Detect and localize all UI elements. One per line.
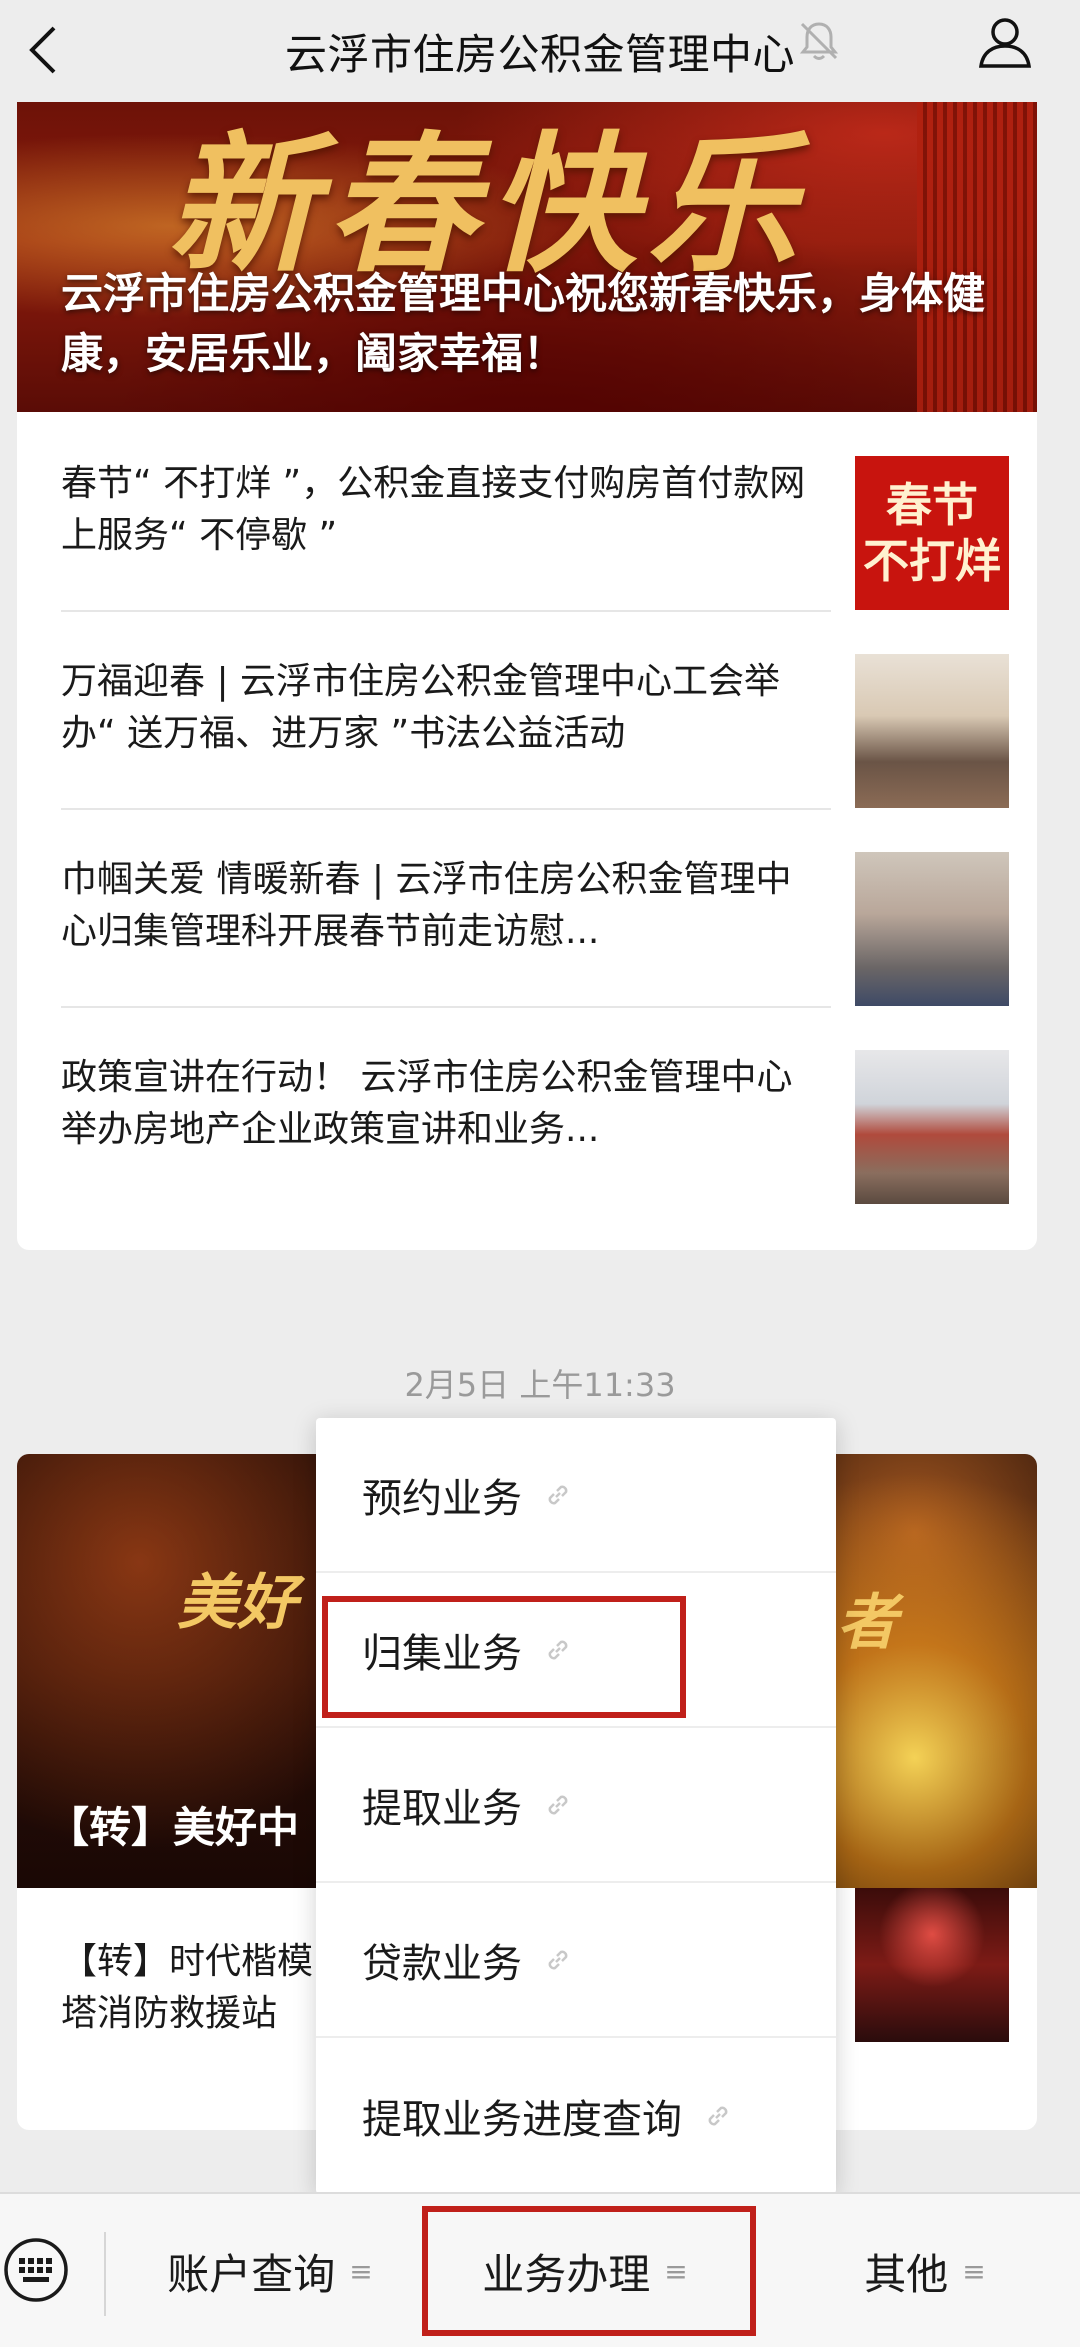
menu-tab-account-query[interactable]: 账户查询 ≡ [120,2194,420,2347]
news-title[interactable]: 万福迎春 | 云浮市住房公积金管理中心工会举办“ 送万福、进万家 ”书法公益活动 [61,656,821,760]
menu-item-collection[interactable]: 归集业务 [316,1573,836,1728]
menu-item-withdrawal-progress[interactable]: 提取业务进度查询 [316,2038,836,2193]
message-timestamp: 2月5日 上午11:33 [404,1366,676,1404]
news-title[interactable]: 巾帼关爱 情暖新春 | 云浮市住房公积金管理中心归集管理科开展春节前走访慰... [61,854,821,958]
hero-art-text: 者 [837,1588,897,1658]
link-icon [548,1485,568,1504]
article-hero-image[interactable]: 新春快乐 云浮市住房公积金管理中心祝您新春快乐，身体健康，安居乐业，阖家幸福！ [17,102,1037,412]
article-card[interactable]: 新春快乐 云浮市住房公积金管理中心祝您新春快乐，身体健康，安居乐业，阖家幸福！ … [17,102,1037,1250]
news-title[interactable]: 春节“ 不打烊 ”，公积金直接支付购房首付款网上服务“ 不停歇 ” [61,458,821,562]
menu-list-icon: ≡ [349,2255,373,2288]
keyboard-icon[interactable] [0,2234,72,2306]
menu-list-icon: ≡ [962,2255,986,2288]
news-thumbnail[interactable]: 春节 不打烊 [855,456,1009,610]
chevron-left-icon[interactable] [18,22,74,78]
menu-tab-label: 账户查询 [167,2250,336,2299]
news-thumbnail[interactable] [855,1888,1009,2042]
hero-caption[interactable]: 云浮市住房公积金管理中心祝您新春快乐，身体健康，安居乐业，阖家幸福！ [61,264,1011,384]
news-thumbnail[interactable] [855,654,1009,808]
thumb-text: 不打烊 [863,534,1001,588]
hero-art-text: 美好 [177,1568,297,1638]
thumb-text: 春节 [886,478,978,532]
list-item[interactable]: 政策宣讲在行动！ 云浮市住房公积金管理中心举办房地产企业政策宣讲和业务... [61,1006,1011,1204]
menu-tab-other[interactable]: 其他 ≡ [770,2194,1080,2347]
menu-item-loan[interactable]: 贷款业务 [316,1883,836,2038]
link-icon [708,2106,728,2125]
link-icon [548,1640,568,1659]
menu-item-withdrawal[interactable]: 提取业务 [316,1728,836,1883]
menu-list-icon: ≡ [664,2255,688,2288]
news-thumbnail[interactable] [855,1050,1009,1204]
news-thumbnail[interactable] [855,852,1009,1006]
menu-item-label: 提取业务 [362,1785,522,1832]
hero-caption[interactable]: 【转】美好中 [47,1794,299,1855]
person-icon[interactable] [975,12,1035,72]
submenu-popup: 预约业务 归集业务 提取业务 贷款业务 提取业务进度查询 [316,1418,836,2194]
link-icon [548,1950,568,1969]
list-item[interactable]: 巾帼关爱 情暖新春 | 云浮市住房公积金管理中心归集管理科开展春节前走访慰... [61,808,1011,1008]
menu-item-appointment[interactable]: 预约业务 [316,1418,836,1573]
menu-item-label: 提取业务进度查询 [362,2096,682,2143]
menu-tab-label: 业务办理 [482,2250,651,2299]
divider [104,2232,106,2316]
list-item[interactable]: 万福迎春 | 云浮市住房公积金管理中心工会举办“ 送万福、进万家 ”书法公益活动 [61,610,1011,810]
menu-bar: 账户查询 ≡ 业务办理 ≡ 其他 ≡ [0,2192,1080,2347]
bell-muted-icon [799,22,839,60]
news-title[interactable]: 政策宣讲在行动！ 云浮市住房公积金管理中心举办房地产企业政策宣讲和业务... [61,1052,821,1156]
chat-header: 云浮市住房公积金管理中心 [0,0,1080,102]
list-item[interactable]: 春节“ 不打烊 ”，公积金直接支付购房首付款网上服务“ 不停歇 ” 春节 不打烊 [61,412,1011,612]
menu-item-label: 预约业务 [362,1475,522,1522]
menu-tab-business[interactable]: 业务办理 ≡ [420,2194,750,2347]
link-icon [548,1795,568,1814]
menu-item-label: 归集业务 [362,1630,522,1677]
page-title: 云浮市住房公积金管理中心 [284,29,795,79]
menu-tab-label: 其他 [864,2250,949,2299]
menu-item-label: 贷款业务 [362,1940,522,1987]
